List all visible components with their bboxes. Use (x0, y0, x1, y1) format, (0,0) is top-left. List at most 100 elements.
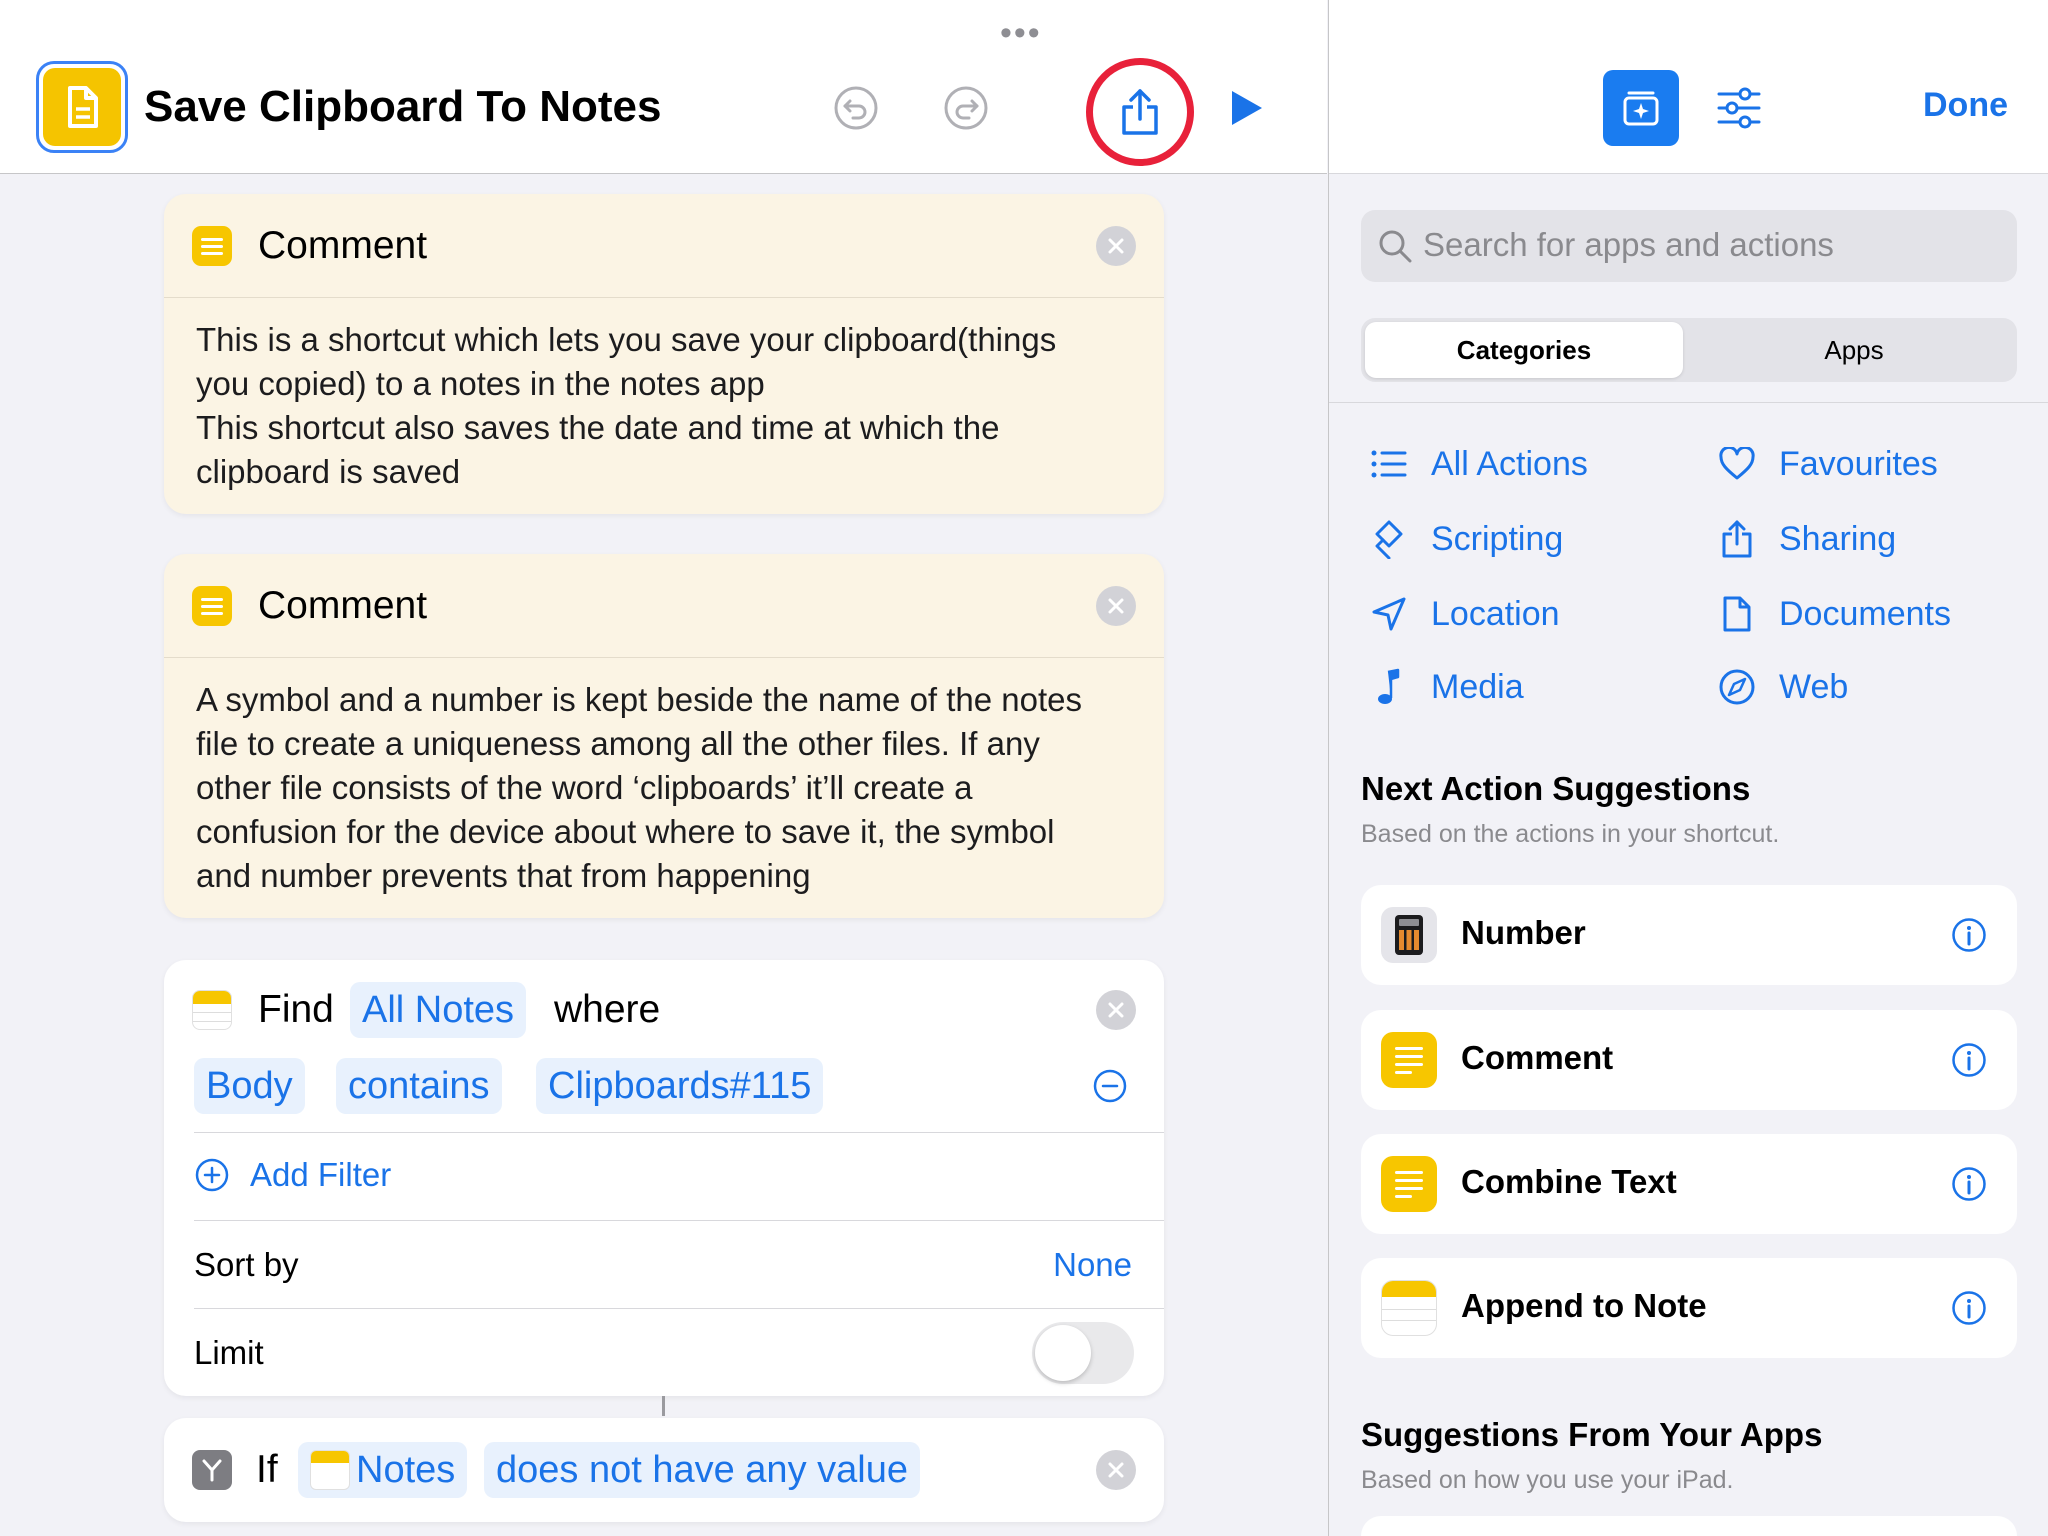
category-location[interactable]: Location (1369, 590, 1560, 638)
comment-action-2[interactable]: Comment A symbol and a number is kept be… (164, 554, 1164, 918)
remove-action-button[interactable] (1096, 226, 1136, 266)
find-verb: Find (258, 988, 334, 1031)
document-icon (1717, 594, 1757, 634)
library-header: Done (1329, 0, 2048, 174)
category-label: Scripting (1431, 519, 1564, 558)
if-condition-token[interactable]: does not have any value (484, 1442, 920, 1498)
sliders-icon (1717, 87, 1761, 129)
library-segmented-control: Categories Apps (1361, 318, 2017, 382)
notes-icon (1381, 1280, 1437, 1336)
category-scripting[interactable]: Scripting (1369, 515, 1563, 563)
suggestion-label: Comment (1461, 1039, 1614, 1076)
comment-header: Comment (164, 554, 1164, 658)
search-icon (1379, 230, 1412, 263)
run-button[interactable] (1222, 84, 1270, 132)
window-more-dots[interactable]: ••• (1000, 14, 1042, 53)
minus-circle-icon (1093, 1069, 1127, 1103)
compass-icon (1717, 667, 1757, 707)
redo-icon (944, 86, 988, 130)
location-arrow-icon (1369, 594, 1409, 634)
limit-toggle[interactable] (1032, 1322, 1134, 1384)
share-button[interactable] (1086, 58, 1194, 166)
suggestion-label: Append to Note (1461, 1287, 1707, 1324)
shortcut-title[interactable]: Save Clipboard To Notes (144, 82, 662, 132)
category-label: Sharing (1779, 519, 1897, 558)
comment-icon (192, 226, 232, 266)
suggestion-number[interactable]: Number (1361, 885, 2017, 985)
remove-action-button[interactable] (1096, 586, 1136, 626)
comment-icon (192, 586, 232, 626)
suggestion-label: Combine Text (1461, 1163, 1677, 1200)
divider (1329, 402, 2048, 403)
suggestion-label: Number (1461, 914, 1586, 951)
comment-text[interactable]: A symbol and a number is kept beside the… (164, 658, 1164, 898)
plus-circle-icon (195, 1158, 229, 1192)
notes-icon (192, 990, 232, 1030)
undo-icon (834, 86, 878, 130)
close-icon (1108, 238, 1124, 254)
divider (194, 1132, 1164, 1133)
shortcut-settings-button[interactable] (1715, 84, 1763, 132)
filter-field-token[interactable]: Body (194, 1058, 305, 1114)
filter-operator-token[interactable]: contains (336, 1058, 502, 1114)
remove-action-button[interactable] (1096, 990, 1136, 1030)
category-media[interactable]: Media (1369, 663, 1524, 711)
undo-button[interactable] (832, 84, 880, 132)
text-lines-icon (1381, 1156, 1437, 1212)
find-notes-action[interactable]: Find All Notes where Body contains Clipb… (164, 960, 1164, 1396)
info-icon (1952, 1167, 1986, 1201)
category-web[interactable]: Web (1717, 663, 1848, 711)
suggestion-combine-text[interactable]: Combine Text (1361, 1134, 2017, 1234)
add-filter-label: Add Filter (250, 1156, 392, 1193)
remove-action-button[interactable] (1096, 1450, 1136, 1490)
category-favourites[interactable]: Favourites (1717, 440, 1938, 488)
suggestion-comment[interactable]: Comment (1361, 1010, 2017, 1110)
redo-button[interactable] (942, 84, 990, 132)
comment-line: confusion for the device about where to … (196, 813, 1055, 850)
share-icon (1122, 89, 1158, 135)
add-filter-button[interactable]: Add Filter (194, 1156, 391, 1194)
next-suggestions-subtitle: Based on the actions in your shortcut. (1361, 820, 1780, 848)
comment-header: Comment (164, 194, 1164, 298)
info-button[interactable] (1951, 1166, 1987, 1202)
branch-icon (192, 1450, 232, 1490)
comment-action-1[interactable]: Comment This is a shortcut which lets yo… (164, 194, 1164, 514)
category-sharing[interactable]: Sharing (1717, 515, 1896, 563)
toggle-knob (1035, 1325, 1091, 1381)
done-button[interactable]: Done (1923, 86, 2008, 125)
info-icon (1952, 1043, 1986, 1077)
share-icon (1717, 519, 1757, 559)
if-keyword: If (256, 1448, 278, 1491)
category-label: Favourites (1779, 444, 1938, 483)
suggestion-append-to-note[interactable]: Append to Note (1361, 1258, 2017, 1358)
find-source-token[interactable]: All Notes (350, 982, 527, 1038)
comment-line: other file consists of the word ‘clipboa… (196, 769, 973, 806)
sort-by-value[interactable]: None (1053, 1246, 1132, 1284)
category-documents[interactable]: Documents (1717, 590, 1951, 638)
info-button[interactable] (1951, 917, 1987, 953)
info-button[interactable] (1951, 1290, 1987, 1326)
remove-filter-button[interactable] (1092, 1068, 1128, 1104)
play-icon (1232, 91, 1262, 125)
segment-apps[interactable]: Apps (1695, 322, 2013, 378)
divider (194, 1308, 1164, 1309)
category-all-actions[interactable]: All Actions (1369, 440, 1588, 488)
comment-line: you copied) to a notes in the notes app (196, 365, 765, 402)
shortcut-icon[interactable] (36, 61, 128, 153)
if-variable-token[interactable]: Notes (298, 1442, 468, 1498)
search-placeholder: Search for apps and actions (1423, 226, 1834, 263)
app-suggestion-card-partial[interactable] (1361, 1516, 2017, 1536)
app-suggestions-title: Suggestions From Your Apps (1361, 1416, 1823, 1453)
segment-categories[interactable]: Categories (1365, 322, 1683, 378)
app-suggestions-subtitle: Based on how you use your iPad. (1361, 1466, 1734, 1494)
close-icon (1108, 1462, 1124, 1478)
comment-text[interactable]: This is a shortcut which lets you save y… (164, 298, 1164, 494)
action-gallery-button[interactable] (1603, 70, 1679, 146)
search-input[interactable]: Search for apps and actions (1361, 210, 2017, 282)
filter-value-token[interactable]: Clipboards#115 (536, 1058, 824, 1114)
music-note-icon (1369, 667, 1409, 707)
if-action[interactable]: If Notes does not have any value (164, 1418, 1164, 1522)
info-button[interactable] (1951, 1042, 1987, 1078)
comment-line: clipboard is saved (196, 453, 461, 490)
heart-icon (1717, 444, 1757, 484)
